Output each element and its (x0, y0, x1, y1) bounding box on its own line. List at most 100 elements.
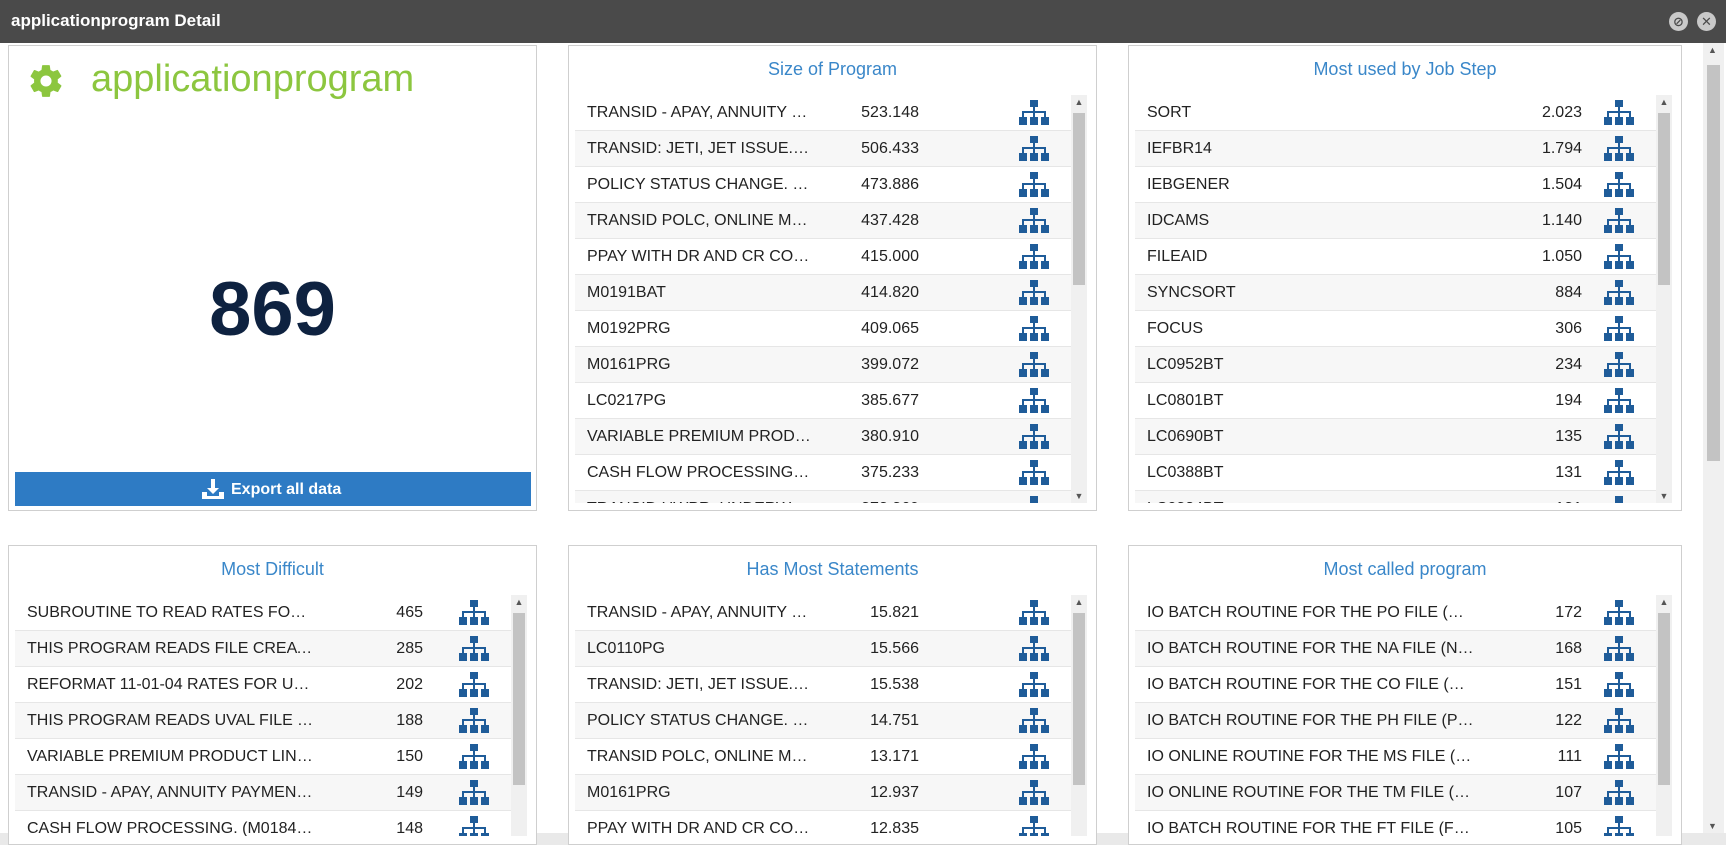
hierarchy-icon[interactable] (1604, 279, 1634, 307)
list-item[interactable]: IDCAMS 1.140 (1135, 203, 1656, 239)
hierarchy-icon[interactable] (1019, 387, 1049, 415)
list-item[interactable]: THIS PROGRAM READS FILE CREATED ... 285 (15, 631, 511, 667)
list-item[interactable]: IO BATCH ROUTINE FOR THE CO FILE (COI...… (1135, 667, 1656, 703)
list-item[interactable]: THIS PROGRAM READS UVAL FILE TO ... 188 (15, 703, 511, 739)
hierarchy-icon[interactable] (1604, 171, 1634, 199)
list-item[interactable]: PPAY WITH DR AND CR COLUMNS. (M0... 12.83… (575, 811, 1071, 836)
list-item[interactable]: IO BATCH ROUTINE FOR THE PO FILE (POI...… (1135, 595, 1656, 631)
list-item[interactable]: TRANSID POLC, ONLINE MAINTAIN OF... 13.17… (575, 739, 1071, 775)
hierarchy-icon[interactable] (1604, 243, 1634, 271)
list-item[interactable]: FILEAID 1.050 (1135, 239, 1656, 275)
hierarchy-icon[interactable] (1019, 135, 1049, 163)
list-item[interactable]: VARIABLE PREMIUM PRODUCT LINK. (... 150 (15, 739, 511, 775)
hierarchy-icon[interactable] (1604, 779, 1634, 807)
list-item[interactable]: TRANSID - APAY, ANNUITY PAYMENTS. ... 149 (15, 775, 511, 811)
hierarchy-icon[interactable] (1604, 635, 1634, 663)
list-item[interactable]: IO BATCH ROUTINE FOR THE FT FILE (FTI...… (1135, 811, 1656, 836)
list-item[interactable]: M0191BAT 414.820 (575, 275, 1071, 311)
list-item[interactable]: M0161PRG 399.072 (575, 347, 1071, 383)
minimize-icon[interactable]: ⊘ (1669, 12, 1688, 31)
list-item[interactable]: LC0801BT 194 (1135, 383, 1656, 419)
hierarchy-icon[interactable] (1604, 495, 1634, 503)
list-item[interactable]: LC0388BT 131 (1135, 455, 1656, 491)
hierarchy-icon[interactable] (1604, 707, 1634, 735)
hierarchy-icon[interactable] (1019, 243, 1049, 271)
hierarchy-icon[interactable] (1019, 743, 1049, 771)
list-item[interactable]: TRANSID UWPR, UNDERWRITING REQ... 373.369 (575, 491, 1071, 503)
list-item[interactable]: CASH FLOW PROCESSING. (M0184BAT) 375.233 (575, 455, 1071, 491)
list-item[interactable]: TRANSID: JETI, JET ISSUE. (M0195PRG) 15.5… (575, 667, 1071, 703)
list-item[interactable]: POLICY STATUS CHANGE. (M0191PRG) 473.886 (575, 167, 1071, 203)
hierarchy-icon[interactable] (1604, 135, 1634, 163)
page-scrollbar[interactable]: ▲ ▼ (1703, 43, 1724, 833)
list-item-value: 380.910 (861, 428, 919, 445)
hierarchy-icon[interactable] (1604, 387, 1634, 415)
list-item[interactable]: LC0217PG 385.677 (575, 383, 1071, 419)
list-item[interactable]: SUBROUTINE TO READ RATES FOR GUI... 465 (15, 595, 511, 631)
list-item[interactable]: IO ONLINE ROUTINE FOR THE TM FILE (IO...… (1135, 775, 1656, 811)
list-scrollbar[interactable]: ▲ (1071, 595, 1087, 836)
export-all-data-button[interactable]: Export all data (15, 472, 531, 506)
hierarchy-icon[interactable] (459, 743, 489, 771)
hierarchy-icon[interactable] (459, 779, 489, 807)
list-scrollbar[interactable]: ▲ ▼ (1656, 95, 1672, 503)
hierarchy-icon[interactable] (459, 671, 489, 699)
hierarchy-icon[interactable] (1604, 351, 1634, 379)
list-item[interactable]: REFORMAT 11-01-04 RATES FOR UL2/3... 202 (15, 667, 511, 703)
list-item[interactable]: TRANSID POLC, ONLINE MAINTAIN OF... 437.4… (575, 203, 1071, 239)
list-item[interactable]: FOCUS 306 (1135, 311, 1656, 347)
list-item[interactable]: IO BATCH ROUTINE FOR THE NA FILE (NAI...… (1135, 631, 1656, 667)
hierarchy-icon[interactable] (1604, 743, 1634, 771)
list-item[interactable]: TRANSID - APAY, ANNUITY PAYMENTS. ... 523… (575, 95, 1071, 131)
close-icon[interactable]: ✕ (1697, 12, 1716, 31)
list-scrollbar[interactable]: ▲ (1656, 595, 1672, 836)
hierarchy-icon[interactable] (1019, 423, 1049, 451)
hierarchy-icon[interactable] (1604, 207, 1634, 235)
hierarchy-icon[interactable] (1019, 707, 1049, 735)
hierarchy-icon[interactable] (1604, 423, 1634, 451)
hierarchy-icon[interactable] (1019, 99, 1049, 127)
list-item[interactable]: TRANSID - APAY, ANNUITY PAYMENTS. ... 15.… (575, 595, 1071, 631)
hierarchy-icon[interactable] (1019, 207, 1049, 235)
hierarchy-icon[interactable] (1604, 671, 1634, 699)
list-item[interactable]: LC0952BT 234 (1135, 347, 1656, 383)
hierarchy-icon[interactable] (459, 635, 489, 663)
list-item[interactable]: M0161PRG 12.937 (575, 775, 1071, 811)
list-item[interactable]: SYNCSORT 884 (1135, 275, 1656, 311)
hierarchy-icon[interactable] (1019, 459, 1049, 487)
list-item[interactable]: IEBGENER 1.504 (1135, 167, 1656, 203)
hierarchy-icon[interactable] (459, 599, 489, 627)
hierarchy-icon[interactable] (1019, 779, 1049, 807)
list-item-label: TRANSID: JETI, JET ISSUE. (M0195PRG) (587, 140, 811, 157)
hierarchy-icon[interactable] (1019, 171, 1049, 199)
list-item[interactable]: IO BATCH ROUTINE FOR THE PH FILE (PHI...… (1135, 703, 1656, 739)
list-scrollbar[interactable]: ▲ (511, 595, 527, 836)
list-item[interactable]: M0192PRG 409.065 (575, 311, 1071, 347)
hierarchy-icon[interactable] (1019, 351, 1049, 379)
hierarchy-icon[interactable] (1019, 671, 1049, 699)
hierarchy-icon[interactable] (1019, 315, 1049, 343)
hierarchy-icon[interactable] (1019, 495, 1049, 503)
list-item[interactable]: IO ONLINE ROUTINE FOR THE MS FILE (IO...… (1135, 739, 1656, 775)
hierarchy-icon[interactable] (1019, 599, 1049, 627)
hierarchy-icon[interactable] (1019, 635, 1049, 663)
list-item[interactable]: PPAY WITH DR AND CR COLUMNS. (M0... 415.0… (575, 239, 1071, 275)
list-item[interactable]: CASH FLOW PROCESSING. (M0184BAT) 148 (15, 811, 511, 836)
hierarchy-icon[interactable] (1604, 315, 1634, 343)
hierarchy-icon[interactable] (1604, 599, 1634, 627)
ranking-list: TRANSID - APAY, ANNUITY PAYMENTS. ... 15.… (575, 595, 1071, 836)
list-item[interactable]: SORT 2.023 (1135, 95, 1656, 131)
list-item[interactable]: VARIABLE PREMIUM PRODUCT LINK. (... 380.9… (575, 419, 1071, 455)
list-item[interactable]: LC0690BT 135 (1135, 419, 1656, 455)
hierarchy-icon[interactable] (1604, 459, 1634, 487)
list-item[interactable]: LC0110PG 15.566 (575, 631, 1071, 667)
list-item[interactable]: TRANSID: JETI, JET ISSUE. (M0195PRG) 506.… (575, 131, 1071, 167)
hierarchy-icon[interactable] (1604, 99, 1634, 127)
list-item[interactable]: IEFBR14 1.794 (1135, 131, 1656, 167)
list-item[interactable]: LC0384BT 131 (1135, 491, 1656, 503)
hierarchy-icon[interactable] (1019, 279, 1049, 307)
list-item[interactable]: POLICY STATUS CHANGE. (M0191PRG) 14.751 (575, 703, 1071, 739)
list-scrollbar[interactable]: ▲ ▼ (1071, 95, 1087, 503)
hierarchy-icon[interactable] (459, 707, 489, 735)
panel-most-called-program: Most called program IO BATCH ROUTINE FOR… (1128, 545, 1682, 845)
